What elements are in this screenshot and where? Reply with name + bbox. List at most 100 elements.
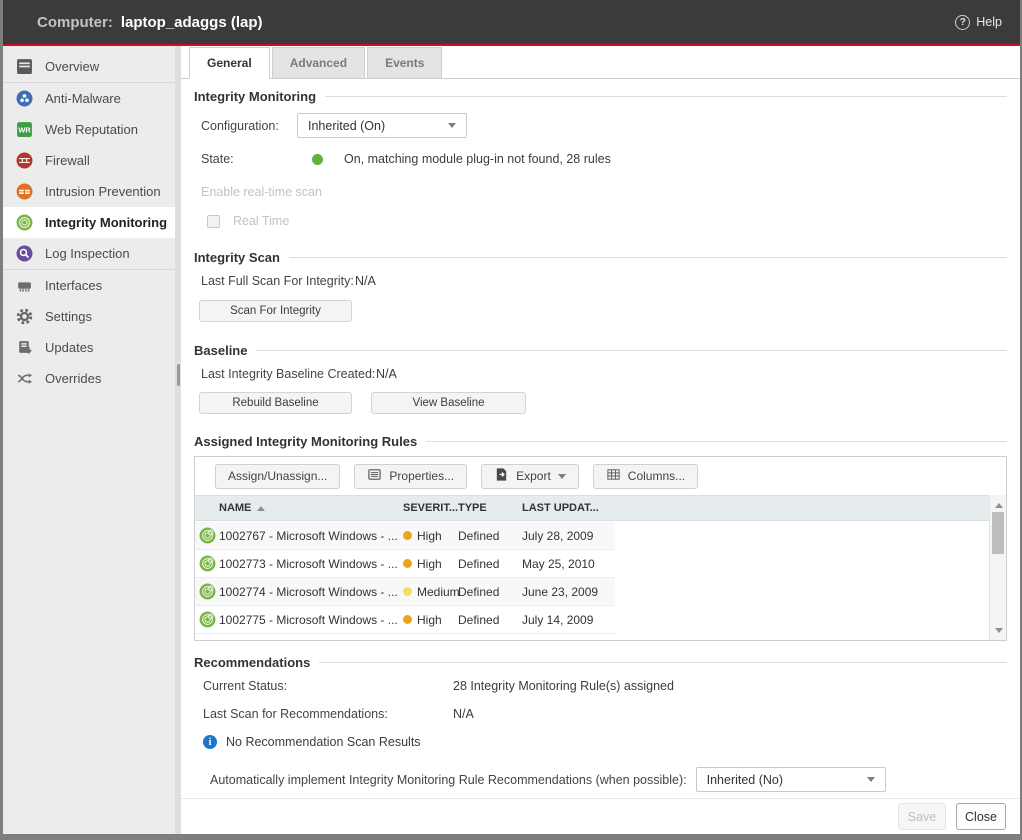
severity-dot [403, 615, 412, 624]
scroll-up-arrow[interactable] [990, 497, 1007, 513]
sidebar-item-intrusion-prevention[interactable]: Intrusion Prevention [3, 176, 175, 207]
tab-advanced[interactable]: Advanced [272, 47, 365, 79]
tab-events[interactable]: Events [367, 47, 442, 79]
section-rule [289, 257, 1007, 258]
current-status-label: Current Status: [203, 679, 453, 693]
state-text: On, matching module plug-in not found, 2… [344, 152, 611, 166]
sidebar-item-label: Overrides [45, 371, 101, 386]
window-title-prefix: Computer: [37, 14, 113, 31]
table-row[interactable]: 1002767 - Microsoft Windows - ... High D… [195, 522, 615, 550]
sidebar-item-settings[interactable]: Settings [3, 301, 175, 332]
properties-button[interactable]: Properties... [354, 464, 467, 489]
interfaces-icon [16, 277, 33, 294]
gear-icon [16, 308, 33, 325]
auto-implement-dropdown[interactable]: Inherited (No) [696, 767, 886, 792]
window-title-name: laptop_adaggs (lap) [121, 14, 263, 31]
rules-table-body: 1002767 - Microsoft Windows - ... High D… [195, 522, 989, 640]
section-integrity-monitoring: Integrity Monitoring [194, 89, 1007, 104]
sidebar-item-updates[interactable]: Updates [3, 332, 175, 363]
export-label: Export [516, 469, 551, 483]
sidebar-item-overrides[interactable]: Overrides [3, 363, 175, 394]
last-baseline-value: N/A [376, 367, 397, 381]
rule-severity: High [417, 529, 442, 543]
rule-type: Defined [458, 529, 522, 543]
table-row[interactable]: 1002773 - Microsoft Windows - ... High D… [195, 550, 615, 578]
column-header-type[interactable]: TYPE [458, 502, 522, 514]
severity-dot [403, 531, 412, 540]
last-scan-recommendations-value: N/A [453, 707, 474, 721]
log-inspection-icon [16, 245, 33, 262]
save-button[interactable]: Save [898, 803, 946, 830]
last-full-scan-label: Last Full Scan For Integrity: [201, 274, 355, 288]
integrity-rule-icon [195, 555, 219, 572]
state-label: State: [201, 152, 312, 166]
rule-severity: High [417, 613, 442, 627]
table-row[interactable]: 1002775 - Microsoft Windows - ... High D… [195, 606, 615, 634]
scan-for-integrity-button[interactable]: Scan For Integrity [199, 300, 352, 322]
rule-name: 1002767 - Microsoft Windows - ... [219, 529, 403, 543]
rule-name: 1002775 - Microsoft Windows - ... [219, 613, 403, 627]
configuration-dropdown[interactable]: Inherited (On) [297, 113, 467, 138]
section-title: Baseline [194, 343, 247, 358]
scroll-down-arrow[interactable] [990, 622, 1007, 638]
realtime-checkbox[interactable] [207, 215, 220, 228]
rules-table-header: NAME SEVERIT... TYPE LAST UPDAT... [195, 495, 989, 521]
rules-panel: Assign/Unassign... Properties... Export [194, 456, 1007, 641]
close-button[interactable]: Close [956, 803, 1006, 830]
columns-button[interactable]: Columns... [593, 464, 698, 489]
section-rule [256, 350, 1007, 351]
configuration-value: Inherited (On) [308, 119, 385, 133]
assign-unassign-button[interactable]: Assign/Unassign... [215, 464, 340, 489]
rebuild-baseline-button[interactable]: Rebuild Baseline [199, 392, 352, 414]
sidebar-resize-handle[interactable] [177, 364, 180, 386]
updates-icon [16, 339, 33, 356]
footer-bar: Save Close [181, 798, 1020, 834]
chevron-down-icon [558, 474, 566, 479]
anti-malware-icon [16, 90, 33, 107]
sidebar-item-label: Settings [45, 309, 92, 324]
general-tab-content: Integrity Monitoring Configuration: Inhe… [181, 79, 1020, 798]
sidebar-item-anti-malware[interactable]: Anti-Malware [3, 83, 175, 114]
section-title: Assigned Integrity Monitoring Rules [194, 434, 417, 449]
column-header-name[interactable]: NAME [219, 502, 403, 514]
section-recommendations: Recommendations [194, 655, 1007, 670]
last-full-scan-value: N/A [355, 274, 376, 288]
rule-name: 1002774 - Microsoft Windows - ... [219, 585, 403, 599]
scrollbar-thumb[interactable] [992, 512, 1004, 554]
overrides-shuffle-icon [16, 370, 33, 387]
realtime-label: Real Time [233, 214, 289, 228]
tab-general[interactable]: General [189, 47, 270, 79]
help-button[interactable]: ? Help [955, 15, 1002, 30]
sidebar-item-label: Anti-Malware [45, 91, 121, 106]
rule-last-updated: May 25, 2010 [522, 557, 614, 571]
column-header-last-updated[interactable]: LAST UPDAT... [522, 502, 614, 514]
sidebar-item-log-inspection[interactable]: Log Inspection [3, 238, 175, 269]
sidebar-item-overview[interactable]: Overview [3, 51, 175, 82]
info-icon: i [203, 735, 217, 749]
sidebar-item-firewall[interactable]: Firewall [3, 145, 175, 176]
section-title: Recommendations [194, 655, 310, 670]
view-baseline-button[interactable]: View Baseline [371, 392, 526, 414]
export-button[interactable]: Export [481, 464, 579, 489]
sidebar-item-label: Firewall [45, 153, 90, 168]
svg-text:WR: WR [18, 126, 31, 135]
rule-last-updated: July 28, 2009 [522, 529, 614, 543]
sidebar-item-label: Web Reputation [45, 122, 138, 137]
rule-type: Defined [458, 613, 522, 627]
sidebar-item-interfaces[interactable]: Interfaces [3, 270, 175, 301]
web-reputation-icon: WR [16, 121, 33, 138]
sidebar-item-web-reputation[interactable]: WR Web Reputation [3, 114, 175, 145]
titlebar: Computer: laptop_adaggs (lap) ? Help [3, 0, 1020, 46]
table-scrollbar[interactable] [989, 495, 1006, 640]
rule-type: Defined [458, 585, 522, 599]
auto-implement-value: Inherited (No) [707, 773, 783, 787]
rule-severity: High [417, 557, 442, 571]
properties-label: Properties... [389, 469, 454, 483]
no-recommendation-text: No Recommendation Scan Results [226, 735, 421, 749]
chevron-down-icon [448, 123, 456, 128]
current-status-value: 28 Integrity Monitoring Rule(s) assigned [453, 679, 674, 693]
column-header-severity[interactable]: SEVERIT... [403, 502, 458, 514]
sidebar-item-integrity-monitoring[interactable]: Integrity Monitoring [3, 207, 175, 238]
table-row[interactable]: 1002774 - Microsoft Windows - ... Medium… [195, 578, 615, 606]
section-rule [426, 441, 1007, 442]
